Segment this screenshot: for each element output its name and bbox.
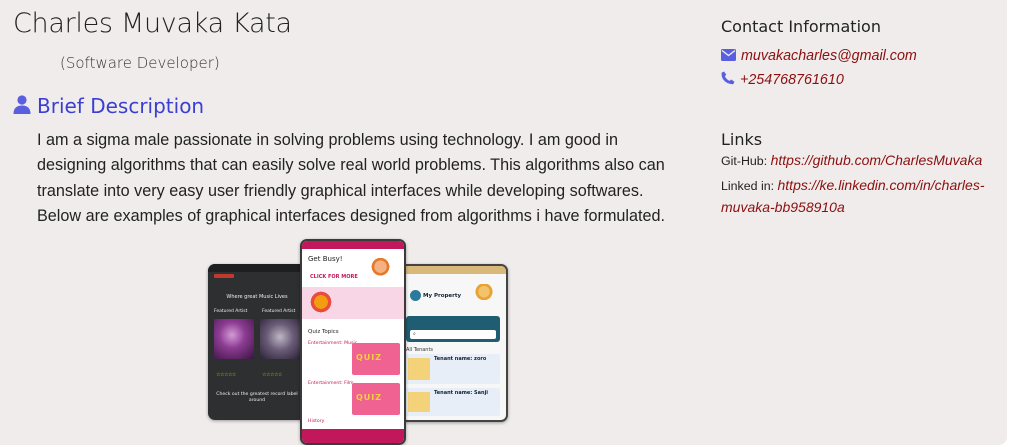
music-featured-right: Featured Artist: [262, 309, 296, 314]
rating-stars-left: ☆☆☆☆☆: [216, 372, 236, 378]
quiz-topics-title: Quiz Topics: [308, 329, 339, 335]
github-link[interactable]: https://github.com/CharlesMuvaka: [771, 152, 983, 168]
property-logo-icon: [410, 290, 421, 301]
profile-name: Charles Muvaka Kata: [13, 8, 292, 39]
tenant-name-1: Tenant name: zoro: [434, 356, 487, 362]
brief-heading: Brief Description: [13, 94, 204, 118]
quiz-app-title: Get Busy!: [308, 255, 343, 263]
quiz-topic-3: History: [308, 419, 325, 424]
linkedin-row: Linked in: https://ke.linkedin.com/in/ch…: [721, 175, 1001, 219]
portfolio-card: Charles Muvaka Kata (Software Developer)…: [0, 0, 1007, 445]
music-app-header: Where great Music Lives: [226, 294, 288, 300]
quiz-topic-2: Entertainment: Film: [308, 381, 354, 386]
profile-role: (Software Developer): [60, 54, 220, 72]
user-icon: [13, 94, 31, 118]
quiz-app-screenshot: Get Busy! CLICK FOR MORE Quiz Topics Ent…: [300, 239, 406, 445]
brief-heading-text: Brief Description: [37, 94, 205, 118]
quiz-badge-2: QUIZ: [356, 393, 383, 402]
phone-row: +254768761610: [721, 70, 844, 89]
email-link[interactable]: muvakacharles@gmail.com: [741, 48, 917, 64]
tenant-name-2: Tenant name: Sanji: [434, 390, 488, 396]
tenant-house-icon: [408, 392, 430, 412]
artist-image-left: [214, 319, 254, 359]
brief-description: I am a sigma male passionate in solving …: [37, 128, 687, 229]
links-title: Links: [721, 130, 763, 149]
github-row: Git-Hub: https://github.com/CharlesMuvak…: [721, 150, 1001, 172]
contact-title: Contact Information: [721, 17, 881, 36]
tenant-house-icon: [408, 358, 430, 380]
property-illustration: [472, 284, 496, 306]
artist-image-right: [260, 319, 300, 359]
property-app-title: My Property: [423, 293, 462, 299]
email-row: muvakacharles@gmail.com: [721, 46, 917, 65]
property-section: All Tenants: [406, 347, 434, 353]
music-featured-left: Featured Artist: [214, 309, 248, 314]
property-search-icon: ⌕: [410, 330, 496, 339]
envelope-icon: [721, 46, 736, 65]
music-app-screenshot: Where great Music Lives Featured Artist …: [208, 264, 306, 420]
quiz-illustration: [364, 255, 394, 281]
quiz-topic-1: Entertainment: Music: [308, 341, 358, 346]
phone-link[interactable]: +254768761610: [740, 72, 844, 88]
linkedin-label: Linked in:: [721, 179, 775, 193]
quiz-cta: CLICK FOR MORE: [310, 274, 358, 280]
quiz-badge-1: QUIZ: [356, 353, 383, 362]
brief-text: I am a sigma male passionate in solving …: [37, 131, 666, 225]
music-app-footer: Check out the greatest record label arou…: [216, 392, 298, 403]
property-app-screenshot: My Property ⌕ All Tenants Tenant name: z…: [400, 264, 508, 422]
quiz-banner-icon: [308, 291, 334, 313]
rating-stars-right: ☆☆☆☆☆: [262, 372, 282, 378]
github-label: Git-Hub:: [721, 154, 768, 168]
phone-icon: [721, 70, 735, 89]
